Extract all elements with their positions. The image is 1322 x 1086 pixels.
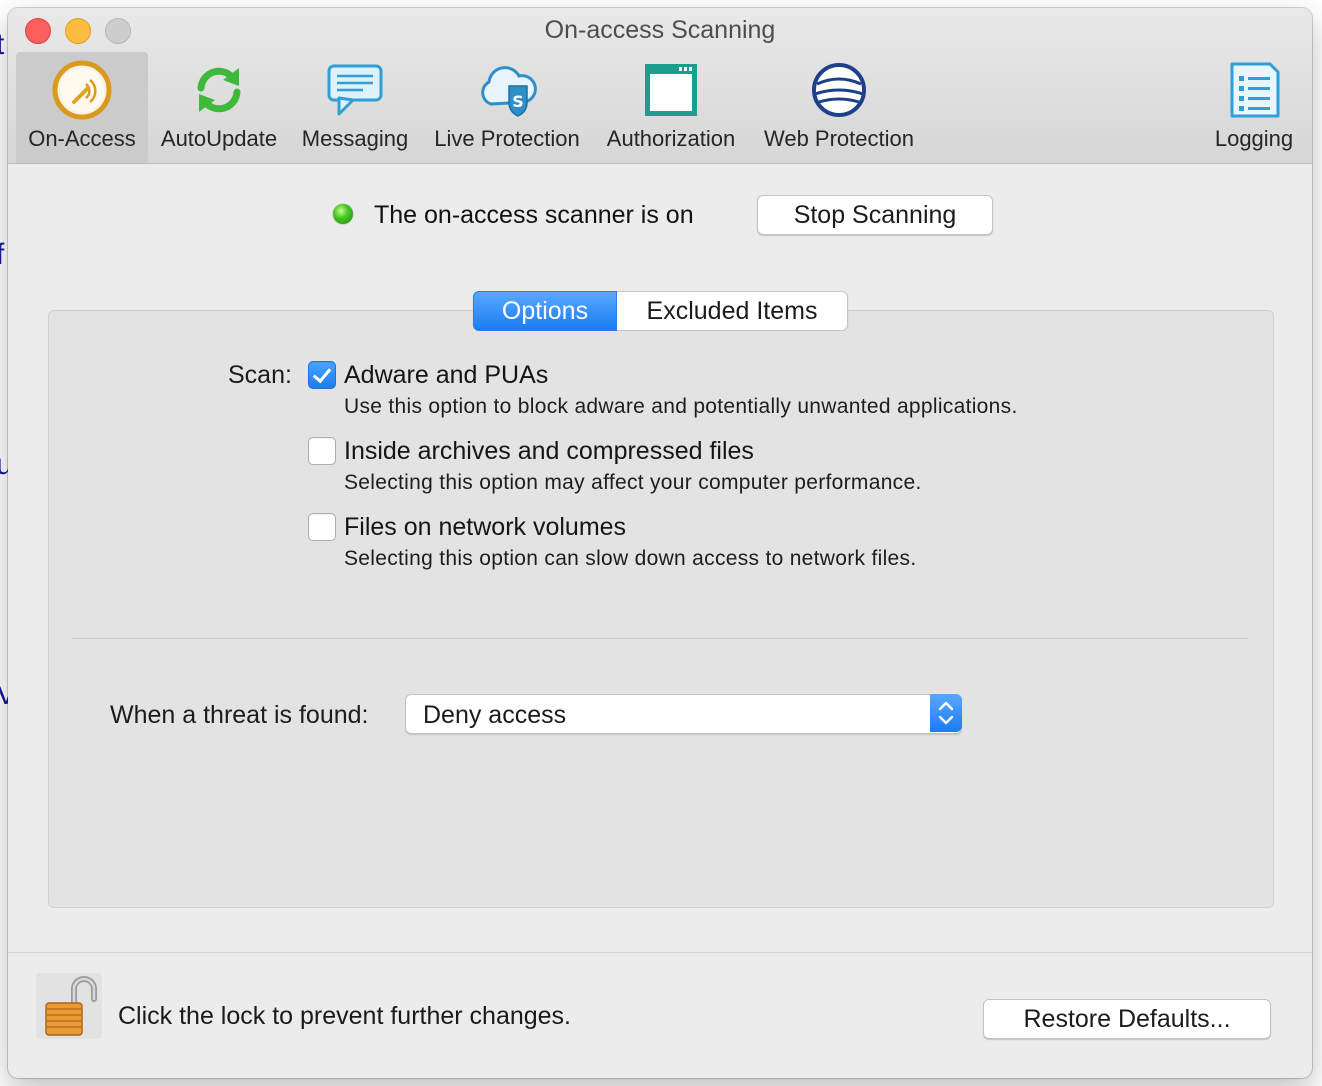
preferences-window: On-access Scanning On-Access AutoUpdate xyxy=(8,8,1312,1078)
authorization-icon xyxy=(645,64,697,116)
live-protection-icon: S xyxy=(481,66,537,117)
footer-separator xyxy=(8,952,1312,953)
network-volumes-description: Selecting this option can slow down acce… xyxy=(344,547,917,570)
scan-label: Scan: xyxy=(228,361,292,389)
archives-label[interactable]: Inside archives and compressed files xyxy=(344,437,754,466)
toolbar-item-label: Live Protection xyxy=(434,126,580,151)
tab-options[interactable]: Options xyxy=(473,291,617,331)
toolbar-item-label: AutoUpdate xyxy=(160,126,278,151)
toolbar-item-authorization[interactable]: Authorization xyxy=(596,52,746,163)
toolbar: On-access Scanning On-Access AutoUpdate xyxy=(8,8,1312,164)
lock-button[interactable] xyxy=(36,973,102,1039)
tab-excluded-items[interactable]: Excluded Items xyxy=(617,291,848,331)
adware-puas-description: Use this option to block adware and pote… xyxy=(344,395,1018,418)
scanner-status-text: The on-access scanner is on xyxy=(374,201,694,229)
logging-icon xyxy=(1230,62,1280,118)
toolbar-item-label: Authorization xyxy=(606,126,736,151)
toolbar-item-web-protection[interactable]: Web Protection xyxy=(752,52,926,163)
archives-description: Selecting this option may affect your co… xyxy=(344,471,922,494)
tab-segmented-control: Options Excluded Items xyxy=(473,291,848,331)
popup-chevrons-icon xyxy=(930,694,962,732)
adware-puas-label[interactable]: Adware and PUAs xyxy=(344,361,548,390)
archives-checkbox[interactable] xyxy=(308,437,336,465)
toolbar-item-label: Web Protection xyxy=(763,126,914,151)
window-title: On-access Scanning xyxy=(544,16,776,44)
unlocked-padlock-icon xyxy=(45,976,97,1036)
section-divider xyxy=(72,638,1248,639)
svg-text:S: S xyxy=(512,92,524,111)
on-access-icon xyxy=(52,60,112,120)
stop-scanning-button[interactable]: Stop Scanning xyxy=(757,195,993,235)
network-volumes-label[interactable]: Files on network volumes xyxy=(344,513,626,542)
toolbar-item-live-protection[interactable]: S Live Protection xyxy=(424,52,590,163)
restore-defaults-button[interactable]: Restore Defaults... xyxy=(983,999,1271,1039)
status-indicator-led xyxy=(333,204,353,224)
threat-action-popup[interactable]: Deny access xyxy=(405,694,962,734)
toolbar-item-messaging[interactable]: Messaging xyxy=(292,52,418,163)
lock-hint-text: Click the lock to prevent further change… xyxy=(118,1002,572,1030)
web-protection-icon xyxy=(812,63,866,117)
toolbar-item-on-access[interactable]: On-Access xyxy=(16,52,148,163)
autoupdate-icon xyxy=(197,67,241,113)
adware-puas-checkbox[interactable] xyxy=(308,361,336,389)
threat-action-label: When a threat is found: xyxy=(110,701,369,729)
toolbar-item-logging[interactable]: Logging xyxy=(1204,52,1304,163)
threat-action-value: Deny access xyxy=(423,701,567,729)
messaging-icon xyxy=(327,64,383,116)
toolbar-item-label: Messaging xyxy=(301,126,409,151)
toolbar-item-label: On-Access xyxy=(28,126,136,151)
network-volumes-checkbox[interactable] xyxy=(308,513,336,541)
toolbar-item-autoupdate[interactable]: AutoUpdate xyxy=(154,52,284,163)
toolbar-item-label: Logging xyxy=(1214,126,1294,151)
